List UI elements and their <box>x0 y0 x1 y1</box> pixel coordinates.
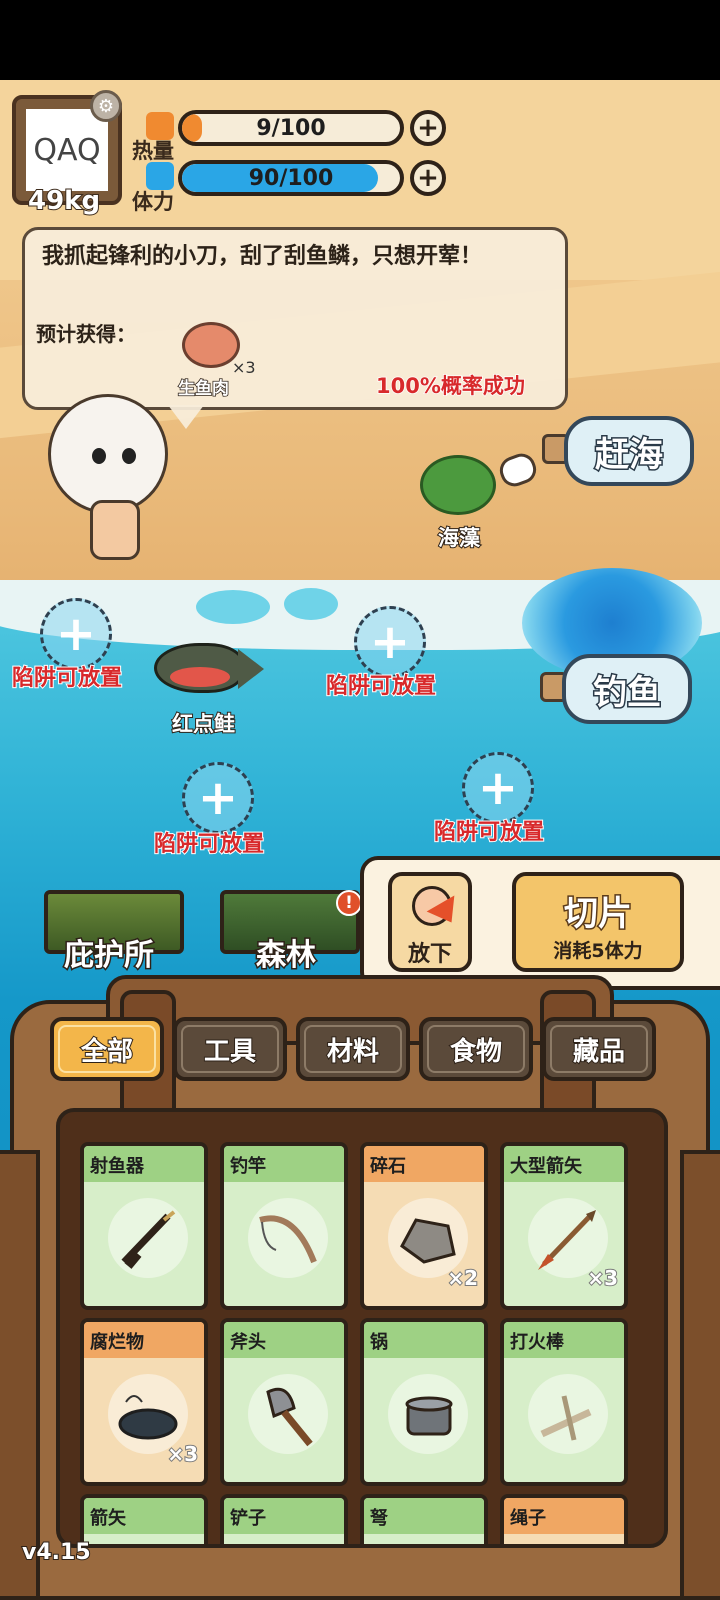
shelter-label: 庇护所 <box>63 937 156 975</box>
tab-label: 材料 <box>326 1036 380 1068</box>
red-spotted-trout[interactable] <box>154 635 266 695</box>
inventory-item[interactable]: 绳子 <box>500 1494 628 1544</box>
inventory-item[interactable]: 锅 <box>360 1318 488 1486</box>
item-name: 碎石 <box>364 1146 484 1182</box>
large-arrow-icon <box>538 1210 596 1270</box>
fire-drill-icon <box>540 1395 592 1441</box>
slice-label: 切片 <box>563 893 634 936</box>
add-heat-button[interactable]: + <box>410 110 446 146</box>
dialog-message: 我抓起锋利的小刀，刮了刮鱼鳞，只想开荤！ <box>42 244 483 269</box>
inventory-item[interactable]: 打火棒 <box>500 1318 628 1486</box>
tab-all[interactable]: 全部 <box>50 1017 164 1081</box>
seaweed-label: 海藻 <box>437 525 481 551</box>
spear-gun-icon <box>121 1210 176 1269</box>
player-character[interactable] <box>40 370 180 570</box>
fish-label: 红点鲑 <box>171 711 236 737</box>
reward-count: ×3 <box>232 358 256 377</box>
trap-label: 陷阱可放置 <box>11 665 123 692</box>
tab-materials[interactable]: 材料 <box>296 1017 410 1081</box>
forest-label: 森林 <box>255 937 318 975</box>
inventory-item[interactable]: 箭矢 <box>80 1494 208 1544</box>
item-name: 铲子 <box>224 1498 344 1534</box>
seaweed-icon[interactable] <box>420 455 496 515</box>
tab-label: 工具 <box>203 1036 257 1068</box>
item-count: ×3 <box>586 1265 619 1291</box>
trap-label: 陷阱可放置 <box>433 819 545 846</box>
inventory-item[interactable]: 腐烂物 ×3 <box>80 1318 208 1486</box>
fishing-button[interactable]: 钓鱼 <box>562 654 692 724</box>
fish-belly <box>170 667 230 687</box>
item-name: 射鱼器 <box>84 1146 204 1182</box>
wave <box>284 588 338 620</box>
stamina-bar: 90/100 <box>178 160 404 196</box>
wave <box>196 590 270 624</box>
tab-tools[interactable]: 工具 <box>173 1017 287 1081</box>
alert-badge: ! <box>336 890 362 916</box>
fishing-rod-icon <box>259 1215 317 1264</box>
pot-icon <box>405 1396 453 1436</box>
item-name: 箭矢 <box>84 1498 204 1534</box>
expected-label: 预计获得： <box>36 322 136 346</box>
inventory-item[interactable]: 碎石 ×2 <box>360 1142 488 1310</box>
tab-label: 全部 <box>80 1036 134 1068</box>
item-name: 大型箭矢 <box>504 1146 624 1182</box>
success-chance: 100%概率成功 <box>375 373 525 399</box>
tab-label: 食物 <box>449 1036 503 1068</box>
trap-label: 陷阱可放置 <box>325 673 437 700</box>
heat-value: 9/100 <box>256 116 326 141</box>
axe-icon <box>266 1387 313 1447</box>
item-name: 钓竿 <box>224 1146 344 1182</box>
slice-cost: 消耗5体力 <box>553 940 643 962</box>
item-name: 锅 <box>364 1322 484 1358</box>
tab-food[interactable]: 食物 <box>419 1017 533 1081</box>
backpack-side <box>0 1150 40 1600</box>
inventory-item[interactable]: 斧头 <box>220 1318 348 1486</box>
inventory-item[interactable]: 射鱼器 <box>80 1142 208 1310</box>
reward-name: 生鱼肉 <box>177 378 230 400</box>
version-label: v4.15 <box>21 1539 92 1566</box>
beachcomb-button[interactable]: 赶海 <box>564 416 694 486</box>
inventory-item[interactable]: 弩 <box>360 1494 488 1544</box>
weight-label: 49kg <box>27 185 101 217</box>
slice-button[interactable]: 切片 消耗5体力 <box>512 872 684 972</box>
character-hair <box>48 394 168 514</box>
item-name: 斧头 <box>224 1322 344 1358</box>
gravel-icon <box>400 1218 456 1264</box>
item-count: ×2 <box>446 1265 479 1291</box>
drop-button[interactable]: 放下 <box>388 872 472 972</box>
item-name: 绳子 <box>504 1498 624 1534</box>
inventory-grid: 射鱼器 钓竿 碎石 ×2 大型箭矢 ×3 腐烂物 ×3 斧头 锅 打火棒 箭矢 … <box>56 1108 668 1548</box>
trap-slot[interactable]: + <box>182 762 254 834</box>
fish-tail <box>238 649 264 689</box>
item-name: 腐烂物 <box>84 1322 204 1358</box>
status-bar <box>0 0 720 80</box>
drop-label: 放下 <box>407 942 452 967</box>
inventory-item[interactable]: 大型箭矢 ×3 <box>500 1142 628 1310</box>
tab-collectibles[interactable]: 藏品 <box>542 1017 656 1081</box>
inventory-item[interactable]: 钓竿 <box>220 1142 348 1310</box>
character-body <box>90 500 140 560</box>
stamina-label: 体力 <box>132 190 174 214</box>
character-eye <box>92 448 106 464</box>
item-count: ×3 <box>166 1441 199 1467</box>
add-stamina-button[interactable]: + <box>410 160 446 196</box>
gear-icon[interactable]: ⚙ <box>90 90 122 122</box>
item-name: 打火棒 <box>504 1322 624 1358</box>
heat-bar: 9/100 <box>178 110 404 146</box>
stamina-value: 90/100 <box>248 166 334 191</box>
rotten-fish-icon <box>118 1395 178 1440</box>
inventory-item[interactable]: 铲子 <box>220 1494 348 1544</box>
trap-label: 陷阱可放置 <box>153 831 265 858</box>
avatar-text: QAQ <box>26 109 108 191</box>
character-eye <box>122 448 136 464</box>
heat-label: 热量 <box>132 139 174 163</box>
tab-label: 藏品 <box>572 1036 626 1068</box>
backpack-side <box>680 1150 720 1600</box>
item-name: 弩 <box>364 1498 484 1534</box>
